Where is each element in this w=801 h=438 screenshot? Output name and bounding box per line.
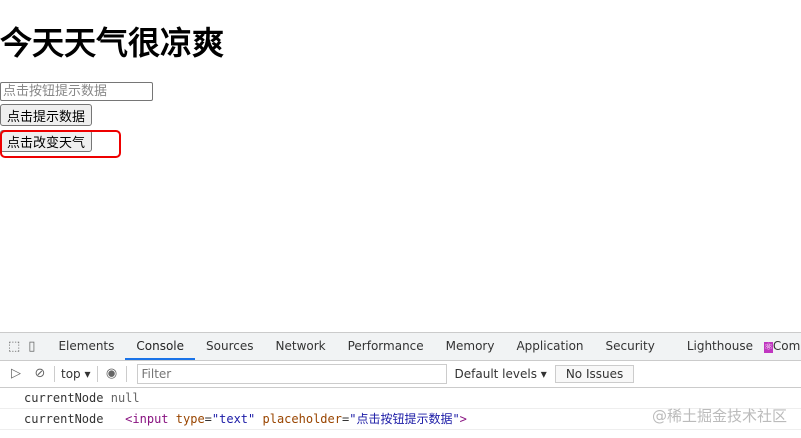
tab-elements[interactable]: Elements — [47, 333, 125, 360]
tab-components[interactable]: ⚛Com — [763, 333, 801, 360]
attr-value: "点击按钮提示数据" — [349, 412, 460, 426]
tab-network[interactable]: Network — [265, 333, 337, 360]
tab-lighthouse[interactable]: Lighthouse — [676, 333, 764, 360]
attr-name: type — [175, 412, 205, 426]
data-input[interactable] — [0, 82, 153, 101]
highlight-box — [0, 130, 121, 158]
log-label: currentNode — [24, 391, 104, 405]
log-value: null — [110, 391, 140, 405]
divider — [125, 366, 127, 382]
divider — [54, 366, 55, 382]
divider — [96, 366, 98, 382]
react-icon: ⚛ — [763, 342, 773, 353]
watermark: @稀土掘金技术社区 — [651, 407, 787, 425]
log-tag[interactable]: <input — [125, 412, 168, 426]
devtools-tabs: ⬚ ▯ Elements Console Sources Network Per… — [0, 333, 801, 361]
sidebar-toggle-icon[interactable]: ▷ — [8, 366, 24, 382]
eye-icon[interactable]: ◉ — [104, 366, 120, 382]
device-toggle-icon[interactable]: ▯ — [28, 339, 35, 355]
attr-value: "text" — [211, 412, 256, 426]
console-toolbar: ▷ ⊘ top ▾ ◉ Default levels ▾ No Issues — [0, 361, 801, 388]
tab-label: Com — [772, 339, 801, 353]
tab-security[interactable]: Security — [595, 333, 666, 360]
issues-button[interactable]: No Issues — [554, 365, 635, 383]
tab-performance[interactable]: Performance — [337, 333, 435, 360]
show-data-button[interactable]: 点击提示数据 — [0, 104, 93, 126]
clear-console-icon[interactable]: ⊘ — [32, 366, 48, 382]
attr-name: placeholder — [262, 412, 342, 426]
tab-console[interactable]: Console — [125, 333, 196, 360]
tab-sources[interactable]: Sources — [195, 333, 264, 360]
page-title: 今天天气很凉爽 — [0, 24, 225, 62]
log-tag-end: > — [459, 412, 467, 426]
log-label: currentNode — [24, 412, 104, 426]
devtools-panel: ⬚ ▯ Elements Console Sources Network Per… — [0, 332, 801, 438]
inspect-icon[interactable]: ⬚ — [8, 339, 20, 355]
filter-input[interactable] — [136, 364, 447, 384]
tab-memory[interactable]: Memory — [435, 333, 506, 360]
log-levels-select[interactable]: Default levels ▾ — [455, 367, 547, 381]
tab-application[interactable]: Application — [505, 333, 594, 360]
context-select[interactable]: top ▾ — [61, 367, 91, 381]
